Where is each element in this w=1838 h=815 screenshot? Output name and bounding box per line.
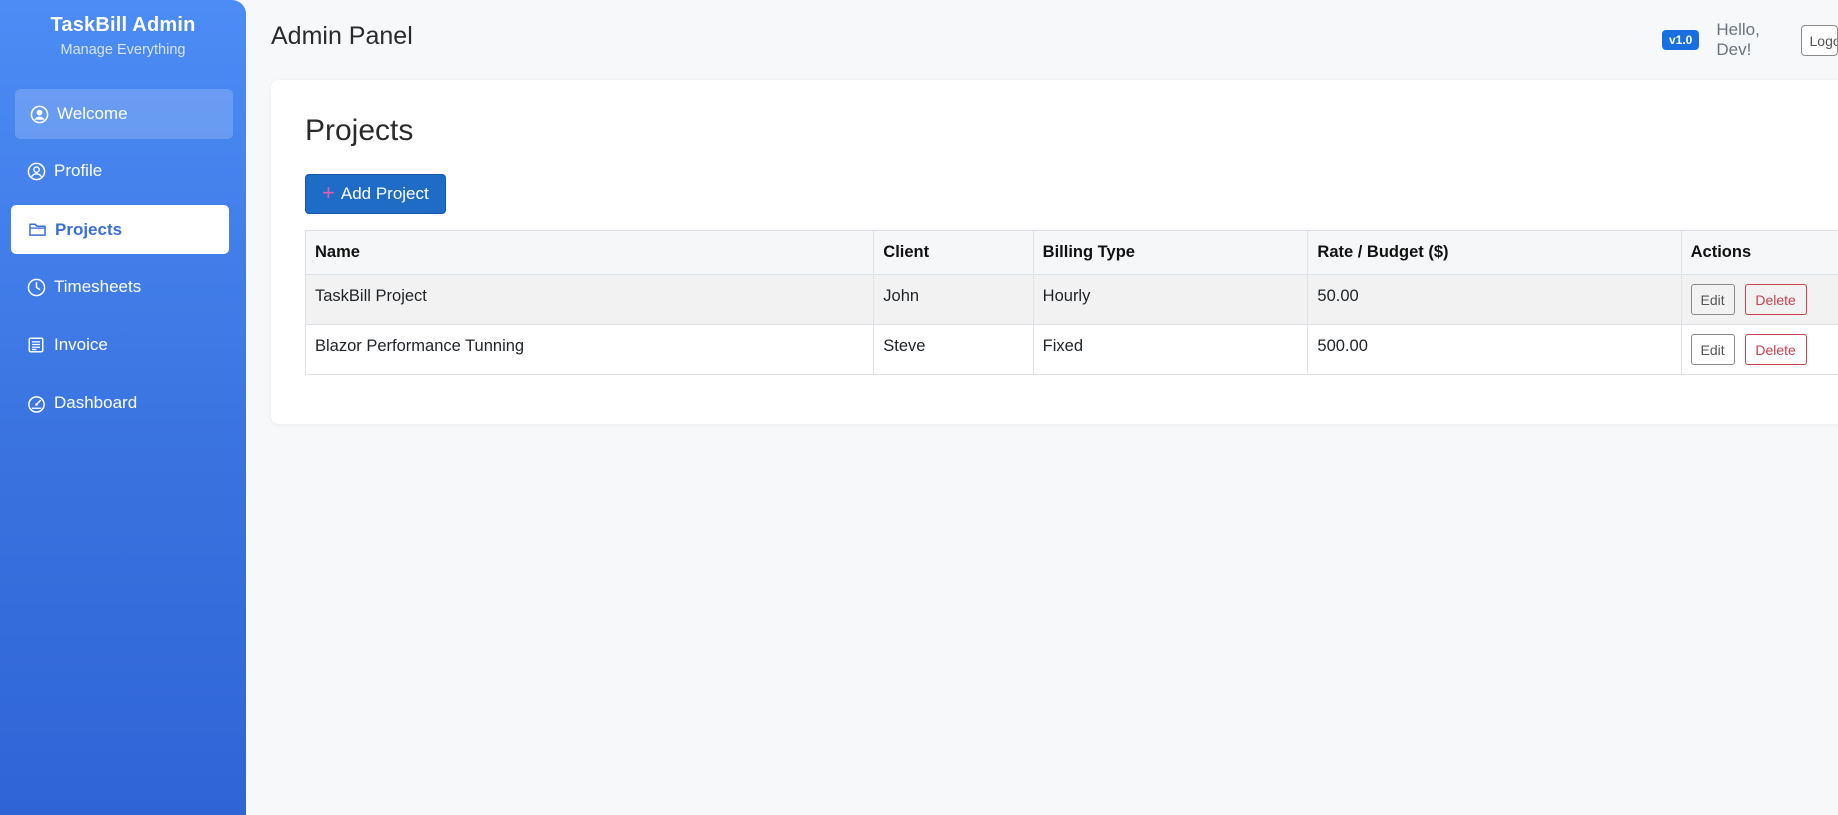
brand-title: TaskBill Admin: [50, 14, 196, 36]
user-circle-icon: [29, 104, 49, 124]
sidebar-item-dashboard[interactable]: Dashboard: [26, 388, 137, 418]
sidebar: TaskBill Admin Manage Everything Welcome…: [0, 0, 246, 815]
edit-button[interactable]: Edit: [1690, 334, 1735, 365]
sidebar-item-label: Timesheets: [54, 277, 142, 296]
folder-icon: [27, 220, 47, 240]
projects-table: Name Client Billing Type Rate / Budget (…: [304, 230, 1838, 375]
cell-name: Blazor Performance Tunning: [304, 324, 875, 375]
user-circle-icon: [26, 161, 46, 181]
sidebar-item-profile[interactable]: Profile: [26, 156, 102, 186]
brand: TaskBill Admin Manage Everything: [0, 0, 246, 58]
delete-button[interactable]: Delete: [1744, 284, 1807, 315]
cell-client: John: [873, 274, 1034, 325]
add-project-button[interactable]: + Add Project: [305, 174, 446, 214]
page-title: Admin Panel: [271, 22, 413, 50]
cell-billing-type: Hourly: [1032, 274, 1309, 325]
projects-card: Projects + Add Project Name Client Billi…: [271, 80, 1838, 424]
sidebar-item-label: Profile: [54, 161, 103, 180]
cell-client: Steve: [873, 324, 1034, 375]
column-header-billing-type: Billing Type: [1032, 230, 1309, 275]
sidebar-item-label: Projects: [55, 219, 123, 239]
cell-rate: 500.00: [1307, 324, 1682, 375]
column-header-rate: Rate / Budget ($): [1307, 230, 1682, 275]
column-header-name: Name: [304, 230, 875, 275]
brand-subtitle: Manage Everything: [60, 42, 186, 58]
cell-actions: Edit Delete: [1680, 274, 1838, 325]
cell-name: TaskBill Project: [304, 274, 875, 325]
edit-button[interactable]: Edit: [1690, 284, 1735, 315]
table-row: TaskBill Project John Hourly 50.00 Edit D…: [304, 274, 1838, 325]
invoice-icon: [26, 335, 46, 355]
cell-billing-type: Fixed: [1032, 324, 1309, 375]
table-row: Blazor Performance Tunning Steve Fixed 5…: [304, 324, 1838, 375]
plus-icon: +: [322, 180, 335, 205]
add-project-label: Add Project: [340, 184, 429, 203]
user-greeting: Hello, Dev!: [1716, 20, 1760, 59]
header-user-area: v1.0 Hello, Dev! Logout: [1662, 20, 1838, 59]
sidebar-item-projects[interactable]: Projects: [11, 205, 229, 254]
cell-rate: 50.00: [1307, 274, 1682, 325]
version-badge: v1.0: [1662, 30, 1700, 50]
clock-icon: [26, 277, 46, 297]
sidebar-item-timesheets[interactable]: Timesheets: [26, 272, 141, 302]
sidebar-item-label: Welcome: [57, 104, 128, 123]
speedometer-icon: [26, 393, 46, 413]
sidebar-item-invoice[interactable]: Invoice: [26, 330, 108, 360]
column-header-client: Client: [873, 230, 1034, 275]
sidebar-item-label: Dashboard: [54, 393, 138, 412]
cell-actions: Edit Delete: [1680, 324, 1838, 375]
delete-button[interactable]: Delete: [1744, 334, 1807, 365]
logout-button[interactable]: Logout: [1800, 24, 1838, 56]
sidebar-item-label: Invoice: [54, 335, 108, 354]
section-title: Projects: [305, 114, 414, 147]
sidebar-item-welcome[interactable]: Welcome: [15, 89, 233, 139]
column-header-actions: Actions: [1680, 230, 1838, 275]
table-header-row: Name Client Billing Type Rate / Budget (…: [304, 230, 1838, 275]
